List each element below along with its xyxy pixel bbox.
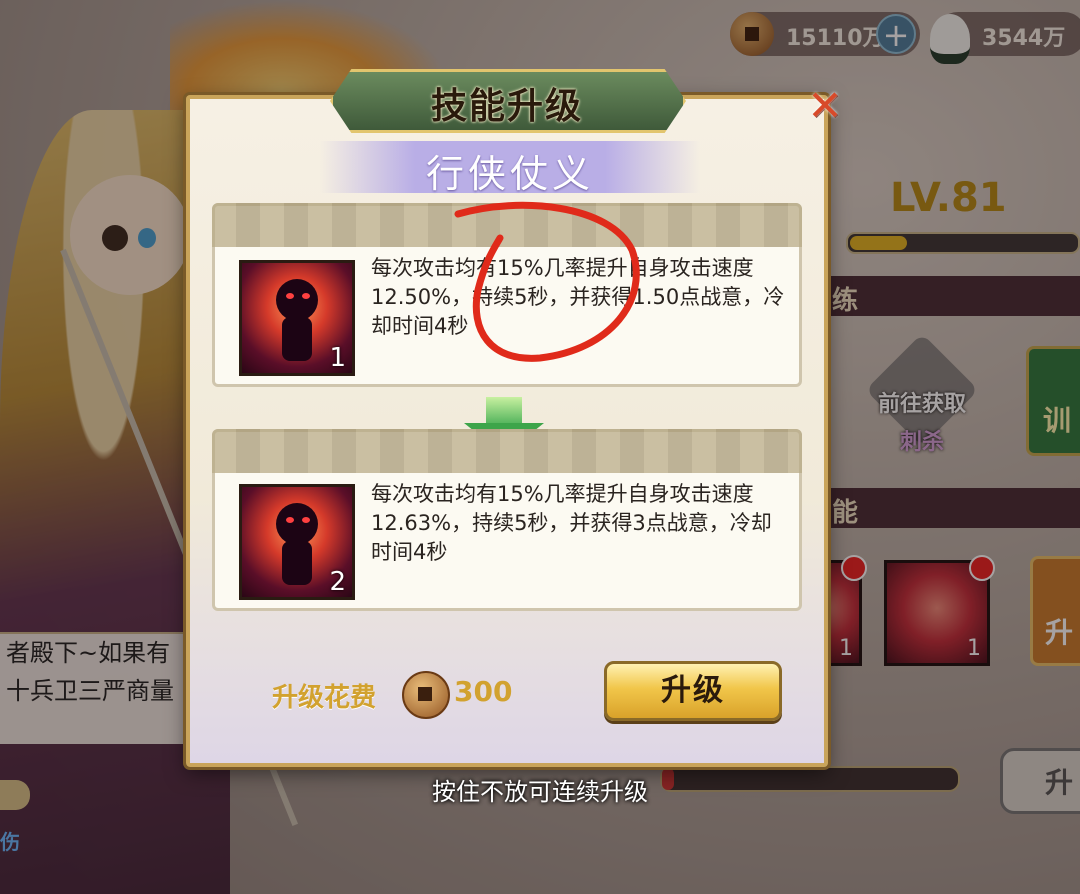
- upgrade-button[interactable]: 升级: [604, 661, 782, 721]
- silhouette-head: [276, 503, 318, 545]
- skill-level: 1: [329, 343, 346, 373]
- current-skill-card: 1 每次攻击均有15%几率提升自身攻击速度12.50%，持续5秒，并获得1.50…: [212, 203, 802, 387]
- skill-name-band: 行侠仗义: [320, 141, 700, 196]
- coin-icon: [402, 671, 450, 719]
- skill-level: 2: [329, 567, 346, 597]
- skill-description: 每次攻击均有15%几率提升自身攻击速度12.63%，持续5秒，并获得3点战意，冷…: [371, 482, 772, 564]
- card-header-pattern: [212, 429, 802, 473]
- silhouette-eye: [302, 293, 310, 299]
- upgrade-button-label: 升级: [661, 673, 725, 708]
- silhouette-eye: [286, 293, 294, 299]
- skill-upgrade-dialog: 技能升级 ✕ 行侠仗义 1 每次攻击均有15%几率提升自身攻击速度12.50%，…: [186, 69, 843, 767]
- silhouette-eye: [286, 517, 294, 523]
- next-skill-card: 2 每次攻击均有15%几率提升自身攻击速度12.63%，持续5秒，并获得3点战意…: [212, 429, 802, 611]
- skill-description: 每次攻击均有15%几率提升自身攻击速度12.50%，持续5秒，并获得1.50点战…: [371, 256, 785, 338]
- hold-hint: 按住不放可连续升级: [432, 778, 648, 806]
- card-header-pattern: [212, 203, 802, 247]
- silhouette-head: [276, 279, 318, 321]
- close-icon[interactable]: ✕: [804, 85, 846, 127]
- skill-icon: 1: [239, 260, 355, 376]
- skill-icon: 2: [239, 484, 355, 600]
- dialog-title: 技能升级: [430, 86, 583, 127]
- silhouette-body: [282, 541, 312, 585]
- silhouette-body: [282, 317, 312, 361]
- cost-label: 升级花费: [272, 683, 377, 713]
- arrow-stem: [486, 397, 522, 425]
- silhouette-eye: [302, 517, 310, 523]
- skill-name: 行侠仗义: [425, 152, 594, 196]
- cost-value: 300: [454, 675, 513, 708]
